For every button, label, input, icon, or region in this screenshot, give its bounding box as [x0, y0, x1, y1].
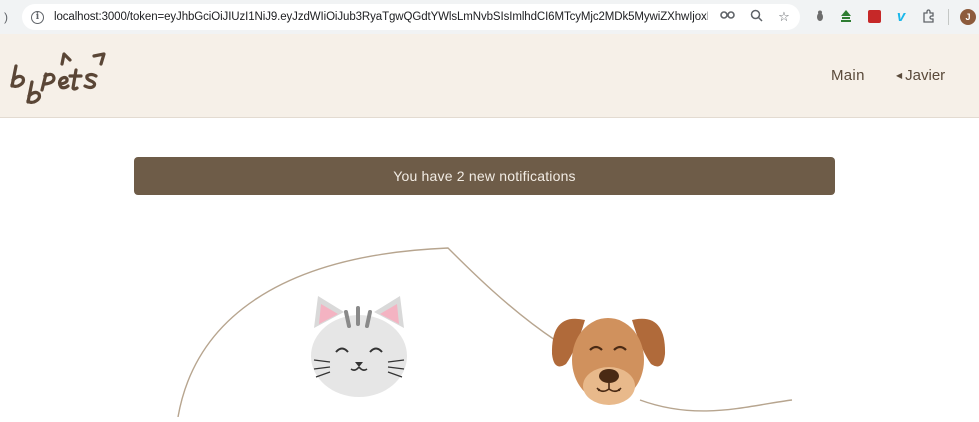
- info-icon[interactable]: i: [31, 10, 44, 24]
- nav-user-menu[interactable]: ◀ Javier: [896, 67, 945, 84]
- extensions-puzzle-icon[interactable]: [920, 9, 936, 25]
- extension-pdf-icon[interactable]: [866, 9, 882, 25]
- browser-toolbar: ) i localhost:3000/token=eyJhbGciOiJIUzI…: [0, 0, 979, 34]
- bbpets-logo[interactable]: [10, 46, 110, 106]
- password-key-icon[interactable]: [720, 9, 736, 25]
- outline-curve-right: [639, 399, 793, 412]
- hero-illustration: [0, 200, 979, 418]
- dog-face-icon: [551, 318, 666, 405]
- profile-avatar[interactable]: J: [960, 9, 976, 25]
- tab-edge-icon: ): [4, 10, 8, 24]
- cat-face-icon: [311, 296, 407, 397]
- extension-vimeo-icon[interactable]: v: [893, 9, 909, 25]
- nav-main-link[interactable]: Main: [831, 67, 865, 84]
- url-text[interactable]: localhost:3000/token=eyJhbGciOiJIUzI1NiJ…: [54, 11, 708, 23]
- bookmark-star-icon[interactable]: ☆: [776, 9, 792, 25]
- extension-tree-icon[interactable]: [838, 9, 854, 25]
- zoom-icon[interactable]: [748, 9, 764, 26]
- toolbar-divider: [948, 9, 949, 25]
- nav-user-label: Javier: [905, 67, 946, 84]
- extension-mole-icon[interactable]: [812, 9, 828, 25]
- notification-banner[interactable]: You have 2 new notifications: [134, 157, 835, 195]
- address-bar[interactable]: i localhost:3000/token=eyJhbGciOiJIUzI1N…: [22, 4, 800, 30]
- site-header: Main ◀ Javier: [0, 34, 979, 118]
- caret-left-icon: ◀: [896, 71, 903, 80]
